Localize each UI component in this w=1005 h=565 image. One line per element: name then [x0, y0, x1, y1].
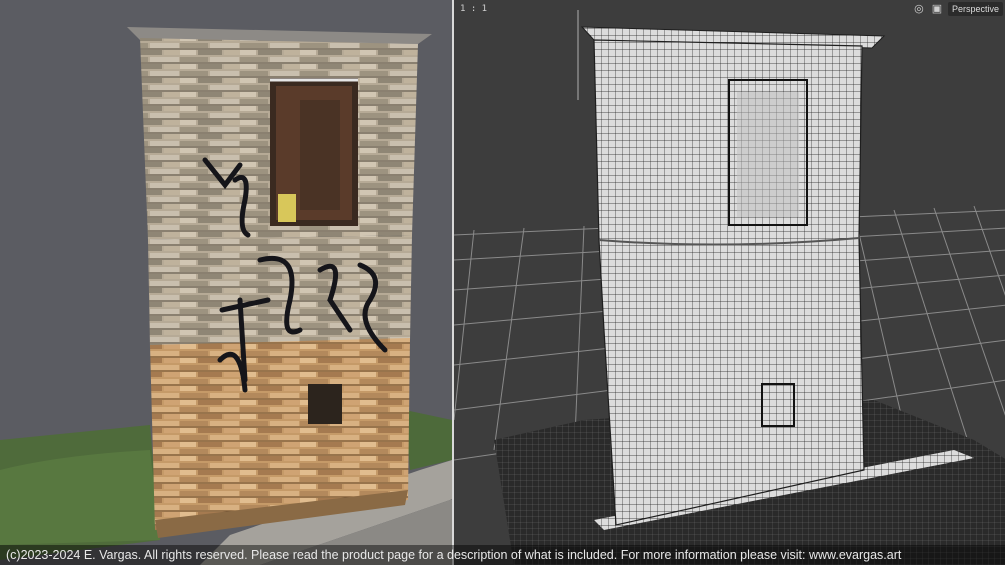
wireframe-viewport[interactable]: 1 : 1 ◎ ▣ Perspective	[452, 0, 1005, 565]
stone-pillar-photo	[0, 27, 452, 565]
camera-mode-label[interactable]: Perspective	[947, 2, 1003, 16]
viewport-canvas[interactable]	[454, 0, 1005, 565]
globe-icon[interactable]: ◎	[912, 2, 926, 16]
viewport-scale-label: 1 : 1	[460, 4, 488, 14]
viewport-toolbar: ◎ ▣ Perspective	[912, 0, 1005, 18]
textured-render-panel	[0, 0, 452, 565]
camera-icon[interactable]: ▣	[930, 2, 944, 16]
copyright-footer: (c)2023-2024 E. Vargas. All rights reser…	[0, 545, 1005, 565]
